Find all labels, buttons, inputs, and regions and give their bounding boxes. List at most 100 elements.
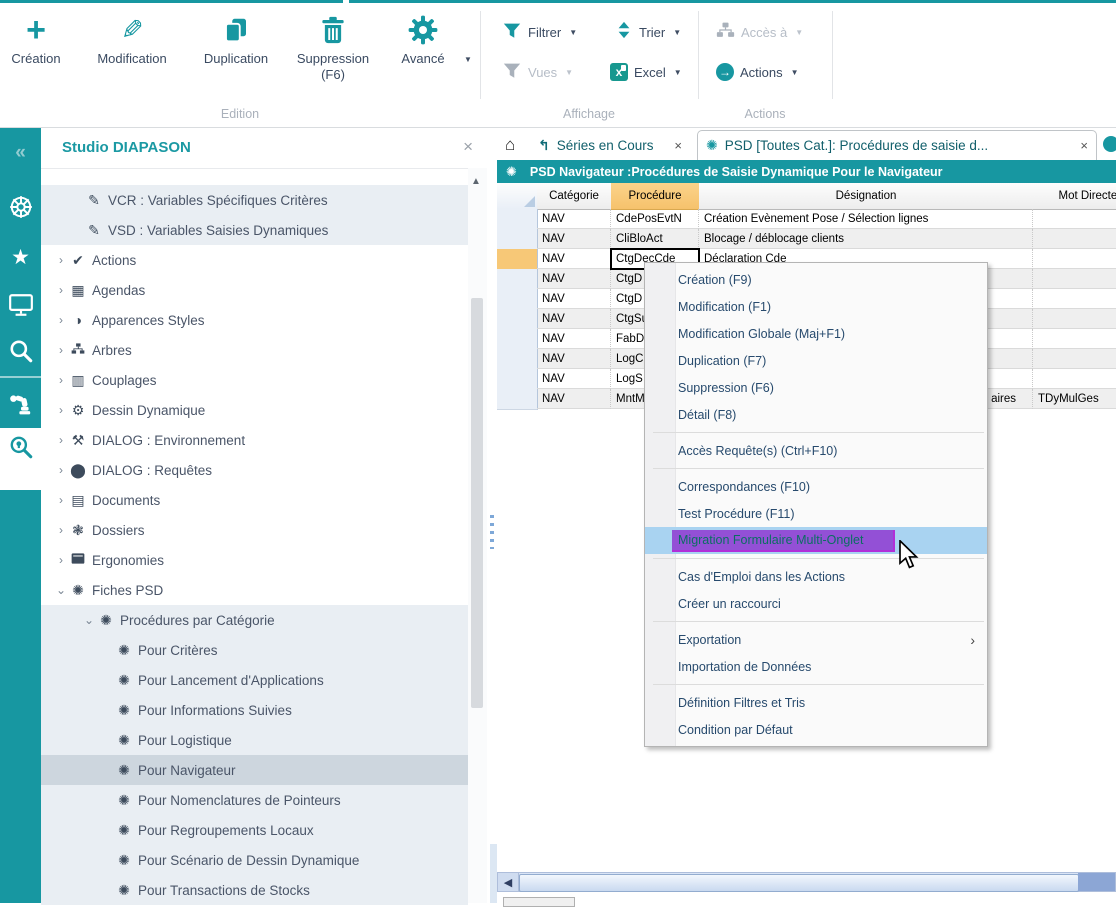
duplication-button[interactable]: Duplication (190, 11, 282, 67)
cell-procedure[interactable]: CliBloAct (611, 229, 699, 249)
tree-item-pour-regroupements-locaux[interactable]: ✺Pour Regroupements Locaux (41, 815, 468, 845)
tree-item-vsd-variables-saisies-dynamiques[interactable]: ✎VSD : Variables Saisies Dynamiques (41, 215, 468, 245)
tree-item-apparences-styles[interactable]: ›◑Apparences Styles (41, 305, 468, 335)
tree-item-arbres[interactable]: ›Arbres (41, 335, 468, 365)
menu-item-modification-globale-maj-f1[interactable]: Modification Globale (Maj+F1) (645, 320, 987, 347)
cell-mot-directeur[interactable] (1033, 329, 1116, 349)
tree-item-dialog-environnement[interactable]: ›⚒DIALOG : Environnement (41, 425, 468, 455)
tree-item-agendas[interactable]: ›▦Agendas (41, 275, 468, 305)
chevron-right-icon[interactable]: › (55, 553, 67, 567)
menu-item-importation-de-donn-es[interactable]: Importation de Données (645, 653, 987, 680)
cell-mot-directeur[interactable] (1033, 289, 1116, 309)
tree-item-dessin-dynamique[interactable]: ›⚙Dessin Dynamique (41, 395, 468, 425)
tree-item-pour-lancement-d-applications[interactable]: ✺Pour Lancement d'Applications (41, 665, 468, 695)
menu-item-migration-formulaire-multi-onglet[interactable]: Migration Formulaire Multi-Onglet (645, 527, 987, 554)
menu-item-cr-er-un-raccourci[interactable]: Créer un raccourci (645, 590, 987, 617)
column-header-proc-dure[interactable]: Procédure (611, 183, 700, 210)
cell-mot-directeur[interactable] (1033, 229, 1116, 249)
tree-item-pour-navigateur[interactable]: ✺Pour Navigateur (41, 755, 468, 785)
cell-categorie[interactable]: NAV (537, 269, 611, 289)
row-selector[interactable] (497, 369, 538, 390)
cration-button[interactable]: + Création (0, 11, 72, 67)
chevron-down-icon[interactable]: ⌄ (83, 613, 95, 627)
chevron-right-icon[interactable]: › (55, 343, 67, 357)
filtrer-button[interactable]: Filtrer ▼ (502, 19, 577, 45)
home-icon[interactable]: ⌂ (505, 135, 515, 155)
row-selector[interactable] (497, 289, 538, 310)
cell-categorie[interactable]: NAV (537, 329, 611, 349)
chevron-right-icon[interactable]: › (55, 403, 67, 417)
tree-item-ergonomies[interactable]: ›Ergonomies (41, 545, 468, 575)
pin-search-icon[interactable] (0, 432, 41, 462)
chevron-right-icon[interactable]: › (55, 253, 67, 267)
collapse-sidebar-icon[interactable]: « (0, 138, 41, 168)
row-selector[interactable] (497, 349, 538, 370)
menu-item-cas-d-emploi-dans-les-actions[interactable]: Cas d'Emploi dans les Actions (645, 563, 987, 590)
trier-button[interactable]: Trier ▼ (615, 19, 681, 45)
tab-1[interactable]: ↰ Séries en Cours × (530, 130, 690, 160)
tree-item-pour-informations-suivies[interactable]: ✺Pour Informations Suivies (41, 695, 468, 725)
menu-item-d-tail-f8[interactable]: Détail (F8) (645, 401, 987, 428)
tree-item-actions[interactable]: ›✔Actions (41, 245, 468, 275)
column-header-mot-directeur[interactable]: Mot Directeur (1033, 183, 1116, 210)
cell-categorie[interactable]: NAV (537, 289, 611, 309)
column-header-d-signation[interactable]: Désignation (699, 183, 1034, 210)
menu-item-condition-par-d-faut[interactable]: Condition par Défaut (645, 716, 987, 743)
scroll-left-icon[interactable]: ◀ (498, 873, 519, 891)
row-selector[interactable] (497, 329, 538, 350)
row-selector[interactable] (497, 209, 538, 230)
tab-2[interactable]: ✺ PSD [Toutes Cat.]: Procédures de saisi… (697, 130, 1097, 160)
scroll-up-icon[interactable]: ▲ (471, 176, 481, 187)
menu-item-exportation[interactable]: Exportation› (645, 626, 987, 653)
tree-item-dossiers[interactable]: ›❃Dossiers (41, 515, 468, 545)
close-icon[interactable]: × (463, 137, 473, 157)
tree-scrollbar[interactable]: ▲ (468, 168, 487, 903)
cell-categorie[interactable]: NAV (537, 229, 611, 249)
tree-item-pour-crit-res[interactable]: ✺Pour Critères (41, 635, 468, 665)
cell-mot-directeur[interactable] (1033, 249, 1116, 269)
cell-mot-directeur[interactable] (1033, 269, 1116, 289)
cell-categorie[interactable]: NAV (537, 389, 611, 409)
tree-item-pour-nomenclatures-de-pointeurs[interactable]: ✺Pour Nomenclatures de Pointeurs (41, 785, 468, 815)
cell-mot-directeur[interactable] (1033, 209, 1116, 229)
tree-item-pour-sc-nario-de-dessin-dynamique[interactable]: ✺Pour Scénario de Dessin Dynamique (41, 845, 468, 875)
tree-item-couplages[interactable]: ›▥Couplages (41, 365, 468, 395)
row-selector[interactable] (497, 309, 538, 330)
bottom-button-partial[interactable] (503, 897, 575, 907)
row-selector[interactable] (497, 249, 538, 270)
avanc-button[interactable]: Avancé (386, 11, 460, 67)
favorites-star-icon[interactable]: ★ (0, 242, 41, 272)
chevron-right-icon[interactable]: › (55, 313, 67, 327)
cell-categorie[interactable]: NAV (537, 309, 611, 329)
menu-item-duplication-f7[interactable]: Duplication (F7) (645, 347, 987, 374)
select-all-corner[interactable] (497, 183, 538, 210)
robot-arm-icon[interactable] (0, 388, 41, 418)
actions-button[interactable]: → Actions ▼ (716, 59, 799, 85)
scrollbar-thumb[interactable] (471, 298, 483, 708)
column-header-cat-gorie[interactable]: Catégorie (537, 183, 612, 210)
chevron-right-icon[interactable]: › (55, 493, 67, 507)
excel-button[interactable]: x Excel ▼ (610, 59, 682, 85)
menu-item-suppression-f6[interactable]: Suppression (F6) (645, 374, 987, 401)
menu-item-modification-f1[interactable]: Modification (F1) (645, 293, 987, 320)
wheel-icon[interactable] (0, 192, 41, 222)
menu-item-test-proc-dure-f11[interactable]: Test Procédure (F11) (645, 500, 987, 527)
tree-item-proc-dures-par-cat-gorie[interactable]: ⌄✺Procédures par Catégorie (41, 605, 468, 635)
tree-item-dialog-requ-tes[interactable]: ›⬤DIALOG : Requêtes (41, 455, 468, 485)
cell-categorie[interactable]: NAV (537, 369, 611, 389)
menu-item-correspondances-f10[interactable]: Correspondances (F10) (645, 473, 987, 500)
chevron-down-icon[interactable]: ⌄ (55, 583, 67, 597)
cell-categorie[interactable]: NAV (537, 209, 611, 229)
modification-button[interactable]: ✎ Modification (76, 11, 188, 67)
cell-mot-directeur[interactable] (1033, 309, 1116, 329)
search-icon[interactable] (0, 336, 41, 366)
menu-item-cr-ation-f9[interactable]: Création (F9) (645, 266, 987, 293)
close-icon[interactable]: × (1080, 138, 1088, 153)
chevron-right-icon[interactable]: › (55, 373, 67, 387)
row-selector[interactable] (497, 229, 538, 250)
cell-categorie[interactable]: NAV (537, 349, 611, 369)
hscrollbar-thumb[interactable] (519, 874, 1079, 892)
row-selector[interactable] (497, 269, 538, 290)
cell-designation[interactable]: Création Evènement Pose / Sélection lign… (699, 209, 1033, 229)
monitor-icon[interactable] (0, 290, 41, 320)
